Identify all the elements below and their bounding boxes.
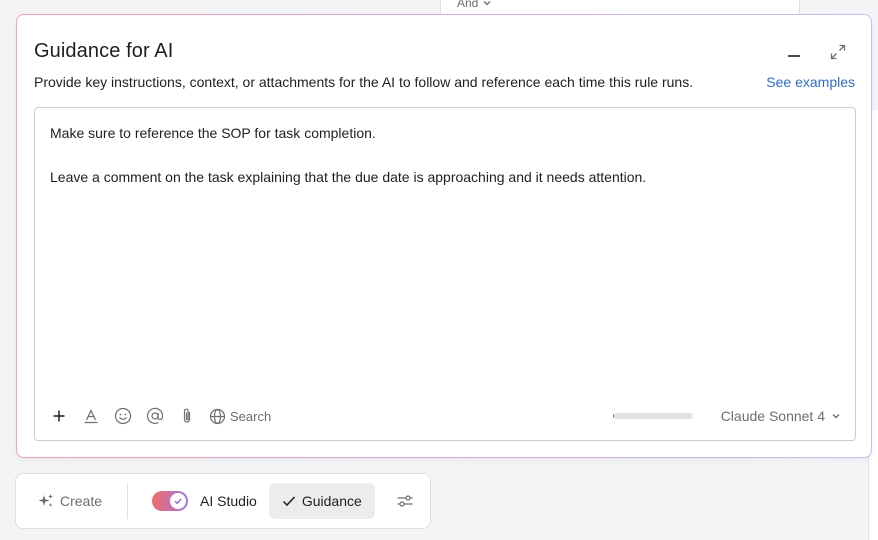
settings-button[interactable] (393, 489, 417, 513)
emoji-button[interactable] (111, 404, 135, 428)
text-format-icon (84, 409, 98, 424)
toggle-knob (170, 493, 187, 509)
guidance-editor[interactable]: Make sure to reference the SOP for task … (34, 107, 856, 441)
usage-progress-fill (612, 413, 615, 419)
editor-content[interactable]: Make sure to reference the SOP for task … (50, 122, 840, 188)
see-examples-link[interactable]: See examples (766, 74, 855, 90)
guidance-label: Guidance (301, 493, 362, 509)
globe-icon (209, 408, 226, 424)
ai-studio-toggle[interactable] (152, 491, 189, 511)
text-format-button[interactable] (79, 404, 103, 428)
and-dropdown[interactable]: And (457, 0, 492, 10)
attach-button[interactable] (175, 404, 199, 428)
sparkle-icon (38, 494, 53, 507)
attach-icon (183, 408, 191, 423)
expand-button[interactable] (825, 39, 851, 65)
create-button[interactable]: Create (38, 493, 102, 509)
model-label: Claude Sonnet 4 (720, 408, 825, 424)
modal-subtitle: Provide key instructions, context, or at… (34, 74, 694, 90)
usage-progress-bar (612, 413, 693, 419)
emoji-icon (114, 407, 132, 425)
search-label: Search (230, 408, 272, 424)
mention-icon (146, 407, 164, 424)
and-label: And (457, 0, 479, 10)
bottom-action-bar: Create AI Studio Guidance (15, 473, 431, 529)
model-select[interactable]: Claude Sonnet 4 (721, 408, 841, 424)
mention-button[interactable] (143, 404, 167, 428)
ai-studio-label: AI Studio (200, 493, 257, 509)
add-button[interactable] (47, 404, 71, 428)
guidance-button[interactable]: Guidance (268, 483, 375, 519)
editor-line (50, 144, 840, 166)
editor-toolbar: Search Claude Sonnet 4 (47, 404, 843, 428)
minimize-icon (788, 55, 800, 57)
chevron-down-icon (483, 1, 491, 6)
expand-icon (830, 44, 846, 60)
editor-line: Leave a comment on the task explaining t… (50, 169, 647, 185)
check-icon (174, 498, 182, 505)
web-search-button[interactable]: Search (209, 408, 271, 425)
chevron-down-icon (832, 414, 840, 419)
divider (127, 483, 129, 519)
create-label: Create (60, 493, 103, 509)
guidance-modal: Guidance for AI Provide key instructions… (16, 14, 872, 458)
modal-title: Guidance for AI (34, 40, 174, 62)
plus-icon (53, 410, 65, 422)
sliders-icon (397, 495, 413, 507)
check-icon (282, 496, 295, 507)
editor-line: Make sure to reference the SOP for task … (50, 125, 376, 141)
minimize-button[interactable] (781, 39, 807, 65)
